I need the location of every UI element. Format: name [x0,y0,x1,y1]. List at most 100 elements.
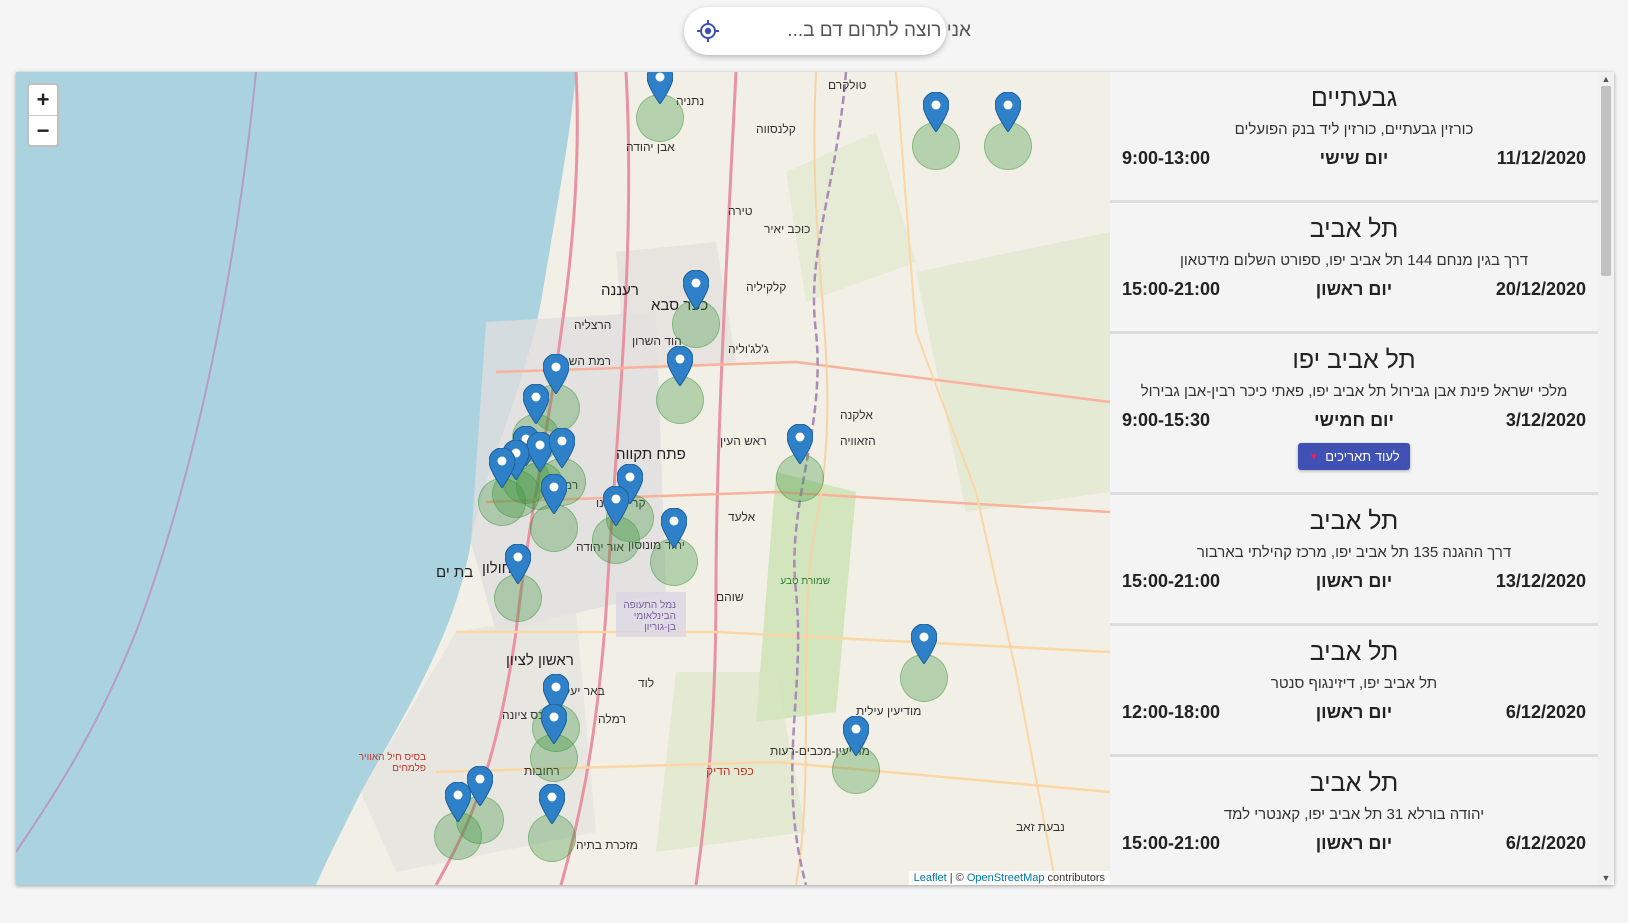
map-pin-icon [505,544,531,584]
search-input[interactable] [720,20,977,42]
map-pin-icon [683,270,709,310]
event-date: 11/12/2020 [1496,148,1586,168]
place-label: רעננה [601,282,639,299]
map-pin-icon [667,346,693,386]
place-label: קלנסווה [756,122,796,136]
map-marker[interactable] [478,448,526,526]
map-marker[interactable] [650,508,698,586]
place-label: רמלה [598,712,626,726]
map-marker[interactable] [832,716,880,794]
event-city: גבעתיים [1310,84,1398,112]
place-label: מזכרת בתיה [576,838,638,852]
place-label: כוכב יאיר [764,222,811,236]
place-label: לוד [638,676,655,690]
map-pin-icon [843,716,869,756]
event-day: יום שישי [1319,148,1389,168]
event-date: 20/12/2020 [1495,279,1586,299]
event-hours: 15:00-21:00 [1121,571,1221,591]
map-marker[interactable] [912,92,960,170]
map-marker[interactable] [672,270,720,348]
place-label: נמל התעופה הבינלאומי בן-גוריון [623,600,676,633]
event-city: תל אביב [1309,638,1399,666]
event-card[interactable]: תל אביב תל אביב יפו, דיזינגוף סנטר 6/12/… [1110,626,1598,757]
event-hours: 12:00-18:00 [1121,702,1221,722]
place-label: אלקנה [840,408,873,422]
map-marker[interactable] [494,544,542,622]
scrollbar-thumb[interactable] [1601,86,1611,276]
map-marker[interactable] [636,72,684,142]
event-city: תל אביב יפו [1292,346,1416,374]
event-address: יהודה בורלא 31 תל אביב יפו, קאנטרי למד [1223,806,1485,823]
place-label: הזאוויה [840,434,876,448]
place-label: בת ים [436,564,474,581]
event-day: יום ראשון [1315,571,1393,591]
zoom-control: + − [27,83,59,147]
place-label: אבן יהודה [626,140,675,154]
event-hours: 15:00-21:00 [1121,833,1221,853]
event-date: 13/12/2020 [1495,571,1586,591]
events-list[interactable]: גבעתיים כורזין גבעתיים, כורזין ליד בנק ה… [1110,72,1598,885]
map-marker[interactable] [900,624,948,702]
map-marker[interactable] [984,92,1032,170]
event-hours: 15:00-21:00 [1121,279,1221,299]
map-marker[interactable] [530,474,578,552]
attribution-suffix: contributors [1044,872,1105,884]
map-pin-icon [445,782,471,822]
place-label: שמורת טבע [780,576,830,587]
place-label: טירה [728,204,753,218]
chevron-down-icon: ▼ [1308,450,1320,463]
map-marker[interactable] [530,704,578,782]
attribution-separator: | © [946,872,967,884]
map-pin-icon [911,624,937,664]
map-marker[interactable] [656,346,704,424]
event-city: תל אביב [1309,507,1399,535]
map-pin-icon [489,448,515,488]
place-label: כפר הדיק [706,764,754,778]
map-pin-icon [923,92,949,132]
scroll-up-icon[interactable]: ▲ [1598,72,1614,86]
event-card[interactable]: תל אביב יפו מלכי ישראל פינת אבן גבירול ת… [1110,334,1598,495]
event-hours: 9:00-13:00 [1121,148,1211,168]
leaflet-link[interactable]: Leaflet [914,872,947,884]
zoom-out-button[interactable]: − [29,115,57,145]
place-label: אלעד [728,510,756,524]
map-marker[interactable] [434,782,482,860]
map-attribution: Leaflet | © OpenStreetMap contributors [908,871,1110,885]
event-date: 6/12/2020 [1505,833,1586,853]
event-card[interactable]: גבעתיים כורזין גבעתיים, כורזין ליד בנק ה… [1110,72,1598,203]
map-pin-icon [603,486,629,526]
map-pin-icon [541,704,567,744]
locate-icon[interactable] [696,18,720,44]
map-pin-icon [549,428,575,468]
event-date: 6/12/2020 [1505,702,1586,722]
event-address: מלכי ישראל פינת אבן גבירול תל אביב יפו, … [1140,383,1568,400]
event-day: יום ראשון [1315,833,1393,853]
map-marker[interactable] [776,424,824,502]
scroll-down-icon[interactable]: ▼ [1598,871,1614,885]
list-scrollbar[interactable]: ▲ ▼ [1598,72,1614,885]
event-card[interactable]: תל אביב דרך בגין מנחם 144 תל אביב יפו, ס… [1110,203,1598,334]
map-pin-icon [539,784,565,824]
event-address: כורזין גבעתיים, כורזין ליד בנק הפועלים [1234,121,1474,138]
event-card[interactable]: תל אביב יהודה בורלא 31 תל אביב יפו, קאנט… [1110,757,1598,885]
place-label: נבעת זאב [1016,820,1065,834]
more-dates-button[interactable]: לעוד תאריכים ▼ [1298,443,1410,470]
event-date: 3/12/2020 [1505,410,1586,430]
map-marker[interactable] [528,784,576,862]
event-address: תל אביב יפו, דיזינגוף סנטר [1270,675,1438,692]
place-label: הרצליה [574,318,612,332]
event-city: תל אביב [1309,769,1399,797]
osm-link[interactable]: OpenStreetMap [967,872,1045,884]
search-bar [684,7,977,55]
map-marker[interactable] [592,486,640,564]
map-pin-icon [787,424,813,464]
main-frame: טולקרם קלנסווה נתניה אבן יהודה כוכב יאיר… [16,72,1614,885]
map-pin-icon [541,474,567,514]
place-label: טולקרם [828,78,867,92]
place-label: שוהם [716,590,744,604]
place-label: ג'לג'וליה [728,342,769,356]
zoom-in-button[interactable]: + [29,85,57,115]
event-hours: 9:00-15:30 [1121,410,1211,430]
map-view[interactable]: טולקרם קלנסווה נתניה אבן יהודה כוכב יאיר… [16,72,1110,885]
event-card[interactable]: תל אביב דרך ההגנה 135 תל אביב יפו, מרכז … [1110,495,1598,626]
